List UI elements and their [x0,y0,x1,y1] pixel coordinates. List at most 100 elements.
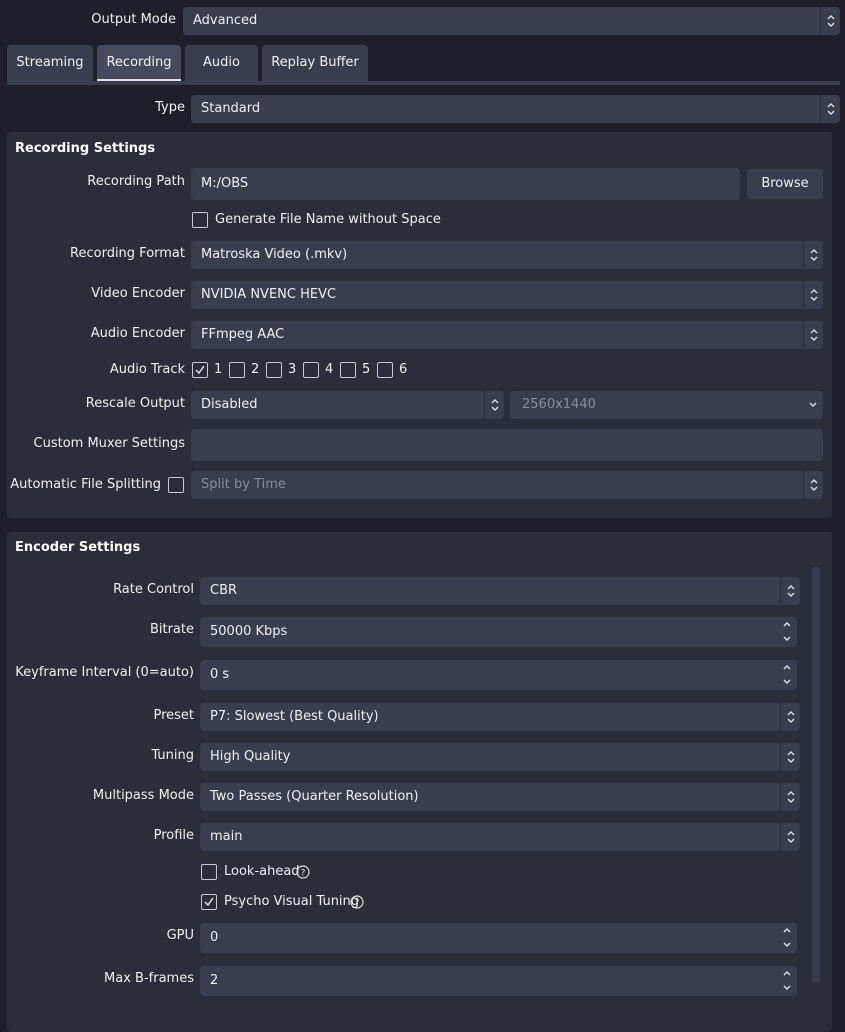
spin-arrows-icon[interactable] [777,617,797,645]
video-encoder-label: Video Encoder [91,286,185,301]
svg-text:?: ? [301,869,306,879]
rate-control-select[interactable]: CBR [200,577,800,605]
help-icon[interactable]: ? [350,895,364,909]
max-bframes-label: Max B-frames [104,971,194,986]
generate-filename-label: Generate File Name without Space [215,212,441,227]
help-icon[interactable]: ? [296,865,310,879]
auto-split-label: Automatic File Splitting [10,477,161,492]
psycho-visual-label: Psycho Visual Tuning [224,894,360,909]
bitrate-value: 50000 Kbps [210,624,288,639]
chevron-updown-icon [780,577,800,605]
keyframe-label: Keyframe Interval (0=auto) [15,665,194,680]
output-mode-select[interactable]: Advanced [183,7,840,35]
tuning-select[interactable]: High Quality [200,743,800,771]
chevron-updown-icon [780,703,800,731]
chevron-updown-icon [803,281,823,309]
tab-replay-buffer[interactable]: Replay Buffer [262,45,368,81]
audio-track-4-label: 4 [325,362,334,377]
audio-encoder-label: Audio Encoder [90,326,185,341]
profile-label: Profile [153,828,194,843]
max-bframes-value: 2 [210,973,219,988]
psycho-visual-checkbox[interactable] [201,894,217,910]
audio-track-3-label: 3 [288,362,297,377]
rate-control-value: CBR [210,583,238,598]
bitrate-spinbox[interactable]: 50000 Kbps [200,617,797,647]
audio-track-5-label: 5 [362,362,371,377]
browse-button[interactable]: Browse [747,169,823,199]
keyframe-spinbox[interactable]: 0 s [200,660,797,690]
output-mode-label: Output Mode [91,12,176,27]
custom-muxer-label: Custom Muxer Settings [33,436,185,451]
multipass-label: Multipass Mode [92,788,194,803]
type-label: Type [155,100,185,115]
encoder-scrollbar[interactable] [812,567,820,982]
recording-path-label: Recording Path [87,174,185,189]
spin-arrows-icon[interactable] [777,660,797,688]
split-mode-value: Split by Time [201,477,286,492]
custom-muxer-input[interactable] [191,429,823,461]
split-mode-select[interactable]: Split by Time [191,471,823,499]
audio-encoder-select[interactable]: FFmpeg AAC [191,321,823,349]
tab-audio[interactable]: Audio [185,45,258,81]
audio-track-6-label: 6 [399,362,408,377]
chevron-updown-icon [820,7,840,35]
spin-arrows-icon[interactable] [777,966,797,994]
lookahead-checkbox[interactable] [201,864,217,880]
recording-format-select[interactable]: Matroska Video (.mkv) [191,241,823,269]
rescale-resolution-select[interactable]: 2560x1440 [510,391,823,419]
generate-filename-checkbox[interactable] [192,212,208,228]
audio-track-4-checkbox[interactable] [303,362,319,378]
multipass-select[interactable]: Two Passes (Quarter Resolution) [200,783,800,811]
max-bframes-spinbox[interactable]: 2 [200,966,797,996]
gpu-spinbox[interactable]: 0 [200,923,797,953]
recording-format-value: Matroska Video (.mkv) [201,247,348,262]
preset-label: Preset [153,708,194,723]
preset-value: P7: Slowest (Best Quality) [210,709,379,724]
preset-select[interactable]: P7: Slowest (Best Quality) [200,703,800,731]
tuning-label: Tuning [151,748,194,763]
chevron-updown-icon [780,823,800,851]
audio-track-1-label: 1 [214,362,223,377]
profile-select[interactable]: main [200,823,800,851]
rescale-output-select[interactable]: Disabled [191,391,504,419]
audio-track-1-checkbox[interactable] [192,362,208,378]
audio-track-6-checkbox[interactable] [377,362,393,378]
tab-recording[interactable]: Recording [97,45,181,81]
browse-button-label: Browse [761,176,809,191]
rescale-output-label: Rescale Output [85,396,185,411]
chevron-updown-icon [803,471,823,499]
chevron-updown-icon [780,743,800,771]
video-encoder-select[interactable]: NVIDIA NVENC HEVC [191,281,823,309]
auto-split-checkbox[interactable] [168,477,184,493]
keyframe-value: 0 s [210,667,230,682]
audio-track-3-checkbox[interactable] [266,362,282,378]
profile-value: main [210,829,243,844]
recording-path-input[interactable]: M:/OBS [191,168,740,200]
svg-text:?: ? [355,899,360,909]
rate-control-label: Rate Control [113,582,194,597]
type-value: Standard [201,101,261,116]
checkmark-icon [204,897,214,907]
spin-arrows-icon[interactable] [777,923,797,951]
rescale-output-value: Disabled [201,397,258,412]
tab-streaming-label: Streaming [16,55,84,70]
multipass-value: Two Passes (Quarter Resolution) [210,789,419,804]
audio-track-2-checkbox[interactable] [229,362,245,378]
chevron-updown-icon [820,95,840,123]
tab-recording-label: Recording [106,55,172,70]
audio-encoder-value: FFmpeg AAC [201,327,285,342]
tab-divider [7,81,840,85]
recording-format-label: Recording Format [70,246,185,261]
audio-track-5-checkbox[interactable] [340,362,356,378]
video-encoder-value: NVIDIA NVENC HEVC [201,287,337,302]
gpu-value: 0 [210,930,219,945]
type-select[interactable]: Standard [191,95,840,123]
chevron-updown-icon [780,783,800,811]
lookahead-label: Look-ahead [224,864,300,879]
tab-replay-buffer-label: Replay Buffer [271,55,359,70]
tab-streaming[interactable]: Streaming [7,45,93,81]
checkmark-icon [195,365,205,375]
encoder-settings-panel [7,532,832,1032]
chevron-updown-icon [803,321,823,349]
audio-track-label: Audio Track [109,362,185,377]
